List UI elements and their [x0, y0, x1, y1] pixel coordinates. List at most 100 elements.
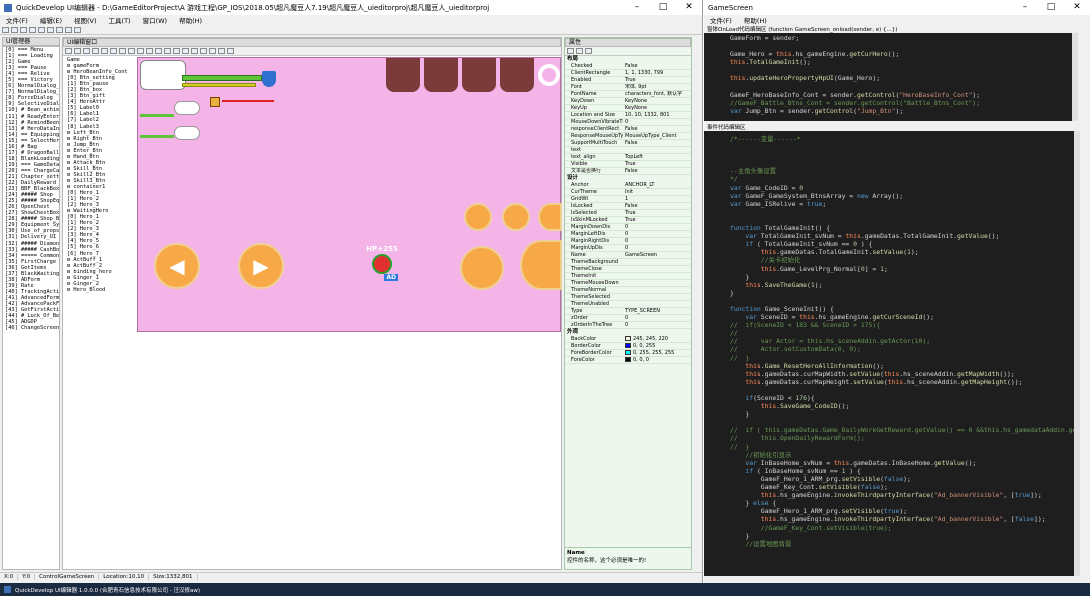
code-line[interactable]: this.Game_ResetHeroAllInformation();: [730, 362, 1074, 370]
hand-action-button[interactable]: [460, 246, 504, 290]
code-line[interactable]: var InBaseHome_svNum = this.gameDatas.In…: [730, 459, 1074, 467]
code-line[interactable]: ​: [730, 83, 1072, 91]
same-size-icon[interactable]: [137, 48, 144, 54]
property-row[interactable]: IsSkinMLocked True: [565, 217, 691, 224]
minimize-icon[interactable]: –: [624, 0, 650, 15]
tree-node[interactable]: ⊟ Hero_Blood: [67, 287, 135, 293]
code-line[interactable]: --主角头像设置: [730, 167, 1074, 175]
code-line[interactable]: this.gameDatas.curMapWidth.setValue(this…: [730, 370, 1074, 378]
property-value[interactable]: 0: [623, 322, 691, 328]
property-value[interactable]: 0: [623, 245, 691, 251]
ui-list[interactable]: [0] === Menu [1] === Loading [2] Game [3] =…: [2, 46, 60, 570]
property-pages-icon[interactable]: [585, 48, 592, 54]
align-center-icon[interactable]: [74, 48, 81, 54]
ui-list-item[interactable]: [31] Delivery_UI: [5, 234, 59, 240]
property-row[interactable]: ForeColor 0, 0, 0: [565, 357, 691, 364]
code-line[interactable]: var Game_CodeID = 0: [730, 184, 1074, 192]
property-value[interactable]: [623, 301, 691, 307]
property-value[interactable]: [623, 287, 691, 293]
align-right-icon[interactable]: [83, 48, 90, 54]
save-all-icon[interactable]: [29, 26, 36, 33]
bring-front-icon[interactable]: [164, 48, 171, 54]
align-left-icon[interactable]: [65, 48, 72, 54]
code-line[interactable]: this.Game_LevelPrg_Normal[0] = 1;: [730, 265, 1074, 273]
property-row[interactable]: ThemeUnabled: [565, 301, 691, 308]
property-row[interactable]: zOrderInTheTree 0: [565, 322, 691, 329]
ui-list-item[interactable]: [13] # HeroDataInterface: [5, 126, 59, 132]
code-line[interactable]: function Game_SceneInit() {: [730, 305, 1074, 313]
event-code-editor[interactable]: /*------变量------*​​​--主角头像设置*/var Game_C…: [704, 131, 1080, 576]
property-row[interactable]: KeyDown KeyNone: [565, 98, 691, 105]
property-row[interactable]: GridWt 1: [565, 196, 691, 203]
property-row[interactable]: FontName characters_font, 默认字: [565, 91, 691, 98]
property-row[interactable]: ThemeClose: [565, 266, 691, 273]
property-value[interactable]: 245, 245, 220: [623, 336, 691, 342]
property-value[interactable]: 0: [623, 238, 691, 244]
section-layout[interactable]: 布局: [565, 56, 691, 63]
send-back-icon[interactable]: [173, 48, 180, 54]
code-line[interactable]: ​: [730, 151, 1074, 159]
code-line[interactable]: var Jump_Btn = sender.getControl("Jump_B…: [730, 107, 1072, 115]
property-row[interactable]: ThemeMouseDown: [565, 280, 691, 287]
code-line[interactable]: */: [730, 175, 1074, 183]
text-icon[interactable]: [65, 26, 72, 33]
property-row[interactable]: text: [565, 147, 691, 154]
code-line[interactable]: ​: [730, 66, 1072, 74]
property-value[interactable]: False: [623, 126, 691, 132]
ui-list-item[interactable]: [37] BlackWaiting: [5, 271, 59, 277]
property-row[interactable]: MarginDownDis 0: [565, 224, 691, 231]
code-line[interactable]: ​: [730, 42, 1072, 50]
property-row[interactable]: Location and Size 10, 10, 1332, 801: [565, 112, 691, 119]
settings-gear-icon[interactable]: [538, 64, 560, 86]
property-value[interactable]: False: [623, 140, 691, 146]
code-line[interactable]: ​: [730, 386, 1074, 394]
code-line[interactable]: this.TotalGameInit();: [730, 58, 1072, 66]
ui-list-item[interactable]: [33] ##### CashBox: [5, 247, 59, 253]
section-design[interactable]: 设计: [565, 175, 691, 182]
property-value[interactable]: ANCHOR_LT: [623, 182, 691, 188]
menu-item-0[interactable]: 文件(F): [6, 15, 28, 25]
code-line[interactable]: //: [730, 329, 1074, 337]
property-row[interactable]: 文本是否换行 False: [565, 168, 691, 175]
property-row[interactable]: BorderColor 0, 0, 255: [565, 343, 691, 350]
code-line[interactable]: // if(SceneID < 183 && SceneID > 175){: [730, 321, 1074, 329]
code-line[interactable]: GameF_HeroBaseInfo_Cont = sender.getCont…: [730, 91, 1072, 99]
open-icon[interactable]: [11, 26, 18, 33]
property-value[interactable]: KeyNone: [623, 98, 691, 104]
preview-icon[interactable]: [218, 48, 225, 54]
hp-potion-item[interactable]: HP+255 AD: [364, 245, 400, 283]
lock-icon[interactable]: [191, 48, 198, 54]
property-value[interactable]: 1, 1, 1330, 799: [623, 70, 691, 76]
code-line[interactable]: // var Actor = this.hs_sceneAddin.getAct…: [730, 337, 1074, 345]
property-row[interactable]: MarginLeftDis 0: [565, 231, 691, 238]
align-top-icon[interactable]: [92, 48, 99, 54]
code-line[interactable]: //初始化引显示: [730, 451, 1074, 459]
property-value[interactable]: GameScreen: [623, 252, 691, 258]
code-line[interactable]: this.hs_gameEngine.invokeThirdpartyInter…: [730, 515, 1074, 523]
property-value[interactable]: 0, 255, 255, 255: [623, 350, 691, 356]
code-line[interactable]: this.gameDatas.curMapHeight.setValue(thi…: [730, 378, 1074, 386]
property-value[interactable]: MouseUpType_Client: [623, 133, 691, 139]
code-line[interactable]: //设置地图背景: [730, 540, 1074, 548]
property-row[interactable]: ResponseMouseUpTypeMouseUpType_Client: [565, 133, 691, 140]
property-value[interactable]: TYPE_SCREEN: [623, 308, 691, 314]
ui-list-item[interactable]: [11] # ReadyEnterGame: [5, 114, 59, 120]
property-row[interactable]: Type TYPE_SCREEN: [565, 308, 691, 315]
menu-item-2[interactable]: 视图(V): [74, 15, 97, 25]
code-line[interactable]: function TotalGameInit() {: [730, 224, 1074, 232]
align-bottom-icon[interactable]: [110, 48, 117, 54]
maximize-icon[interactable]: □: [650, 0, 676, 15]
chest-button[interactable]: [386, 58, 420, 92]
h-spacing-icon[interactable]: [146, 48, 153, 54]
v-spacing-icon[interactable]: [155, 48, 162, 54]
property-value[interactable]: [623, 273, 691, 279]
property-value[interactable]: 0: [623, 119, 691, 125]
game-canvas[interactable]: ◀ ▶ HP+255 AD: [137, 57, 562, 332]
property-row[interactable]: ThemeBackground: [565, 259, 691, 266]
property-value[interactable]: False: [623, 168, 691, 174]
dice-button[interactable]: [462, 58, 496, 92]
help-icon[interactable]: [227, 48, 234, 54]
code-line[interactable]: /*------变量------*: [730, 135, 1074, 143]
property-value[interactable]: True: [623, 161, 691, 167]
property-value[interactable]: 10, 10, 1332, 801: [623, 112, 691, 118]
